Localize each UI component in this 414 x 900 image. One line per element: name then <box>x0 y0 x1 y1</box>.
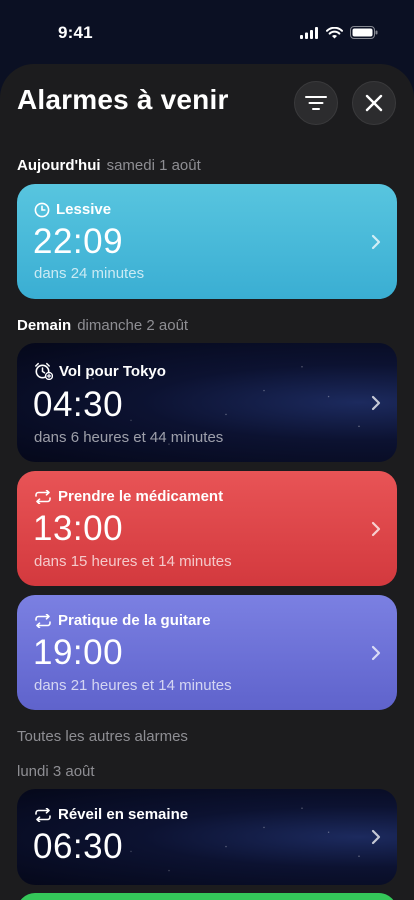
alarm-label-row: Vol pour Tokyo <box>34 362 166 380</box>
alarm-time: 04:30 <box>33 385 124 424</box>
section-header-others: Toutes les autres alarmes <box>17 728 188 745</box>
alarm-card-partial[interactable] <box>17 893 397 900</box>
chevron-right-icon <box>371 234 381 249</box>
alarm-countdown: dans 24 minutes <box>34 265 145 282</box>
alarm-label-row: Pratique de la guitare <box>34 612 211 629</box>
alarm-label-row: Lessive <box>34 201 111 218</box>
section-header-monday: lundi 3 août <box>17 763 95 780</box>
alarm-time: 13:00 <box>33 509 124 548</box>
section-label: Aujourd'hui <box>17 157 101 174</box>
alarm-card-lessive[interactable]: Lessive 22:09 dans 24 minutes <box>17 184 397 299</box>
alarm-name: Lessive <box>56 201 112 218</box>
alarm-card-guitare[interactable]: Pratique de la guitare 19:00 dans 21 heu… <box>17 595 397 710</box>
alarm-label-row: Prendre le médicament <box>34 488 223 505</box>
alarm-countdown: dans 15 heures et 14 minutes <box>34 553 232 570</box>
status-icons <box>300 26 378 39</box>
wifi-icon <box>326 26 343 38</box>
close-icon <box>365 94 383 112</box>
chevron-right-icon <box>371 521 381 536</box>
section-label: Demain <box>17 317 72 334</box>
page-title: Alarmes à venir <box>17 84 229 115</box>
upcoming-alarms-sheet: Alarmes à venir Aujourd'hui samedi 1 août… <box>0 64 414 900</box>
section-date: dimanche 2 août <box>77 317 189 334</box>
clock-icon <box>34 202 50 217</box>
repeat-icon <box>35 489 51 504</box>
alarm-name: Réveil en semaine <box>58 806 189 823</box>
alarm-countdown: dans 21 heures et 14 minutes <box>34 677 232 694</box>
cellular-signal-icon <box>300 26 318 39</box>
alarm-time: 19:00 <box>33 633 124 672</box>
section-header-today: Aujourd'hui samedi 1 août <box>17 157 201 174</box>
filter-button[interactable] <box>294 81 338 125</box>
alarm-countdown: dans 6 heures et 44 minutes <box>34 429 224 446</box>
battery-icon <box>350 26 378 39</box>
alarm-card-reveil-semaine[interactable]: Réveil en semaine 06:30 <box>17 789 397 885</box>
alarm-label-row: Réveil en semaine <box>34 806 188 823</box>
section-header-tomorrow: Demain dimanche 2 août <box>17 317 188 334</box>
chevron-right-icon <box>371 395 381 410</box>
chevron-right-icon <box>371 829 381 845</box>
alarm-time: 22:09 <box>33 222 124 261</box>
alarm-clock-icon <box>35 362 53 380</box>
status-time: 9:41 <box>58 23 93 42</box>
section-date: samedi 1 août <box>106 157 201 174</box>
status-bar: 9:41 <box>0 0 414 64</box>
filter-icon <box>305 96 327 110</box>
repeat-icon <box>35 807 51 822</box>
chevron-right-icon <box>371 645 381 660</box>
alarm-time: 06:30 <box>33 827 124 866</box>
close-button[interactable] <box>352 81 396 125</box>
alarm-name: Pratique de la guitare <box>58 612 211 629</box>
alarm-card-vol-tokyo[interactable]: Vol pour Tokyo 04:30 dans 6 heures et 44… <box>17 343 397 462</box>
repeat-icon <box>35 613 51 628</box>
alarm-name: Prendre le médicament <box>58 488 224 505</box>
alarm-name: Vol pour Tokyo <box>59 362 166 380</box>
alarm-card-medicament[interactable]: Prendre le médicament 13:00 dans 15 heur… <box>17 471 397 586</box>
